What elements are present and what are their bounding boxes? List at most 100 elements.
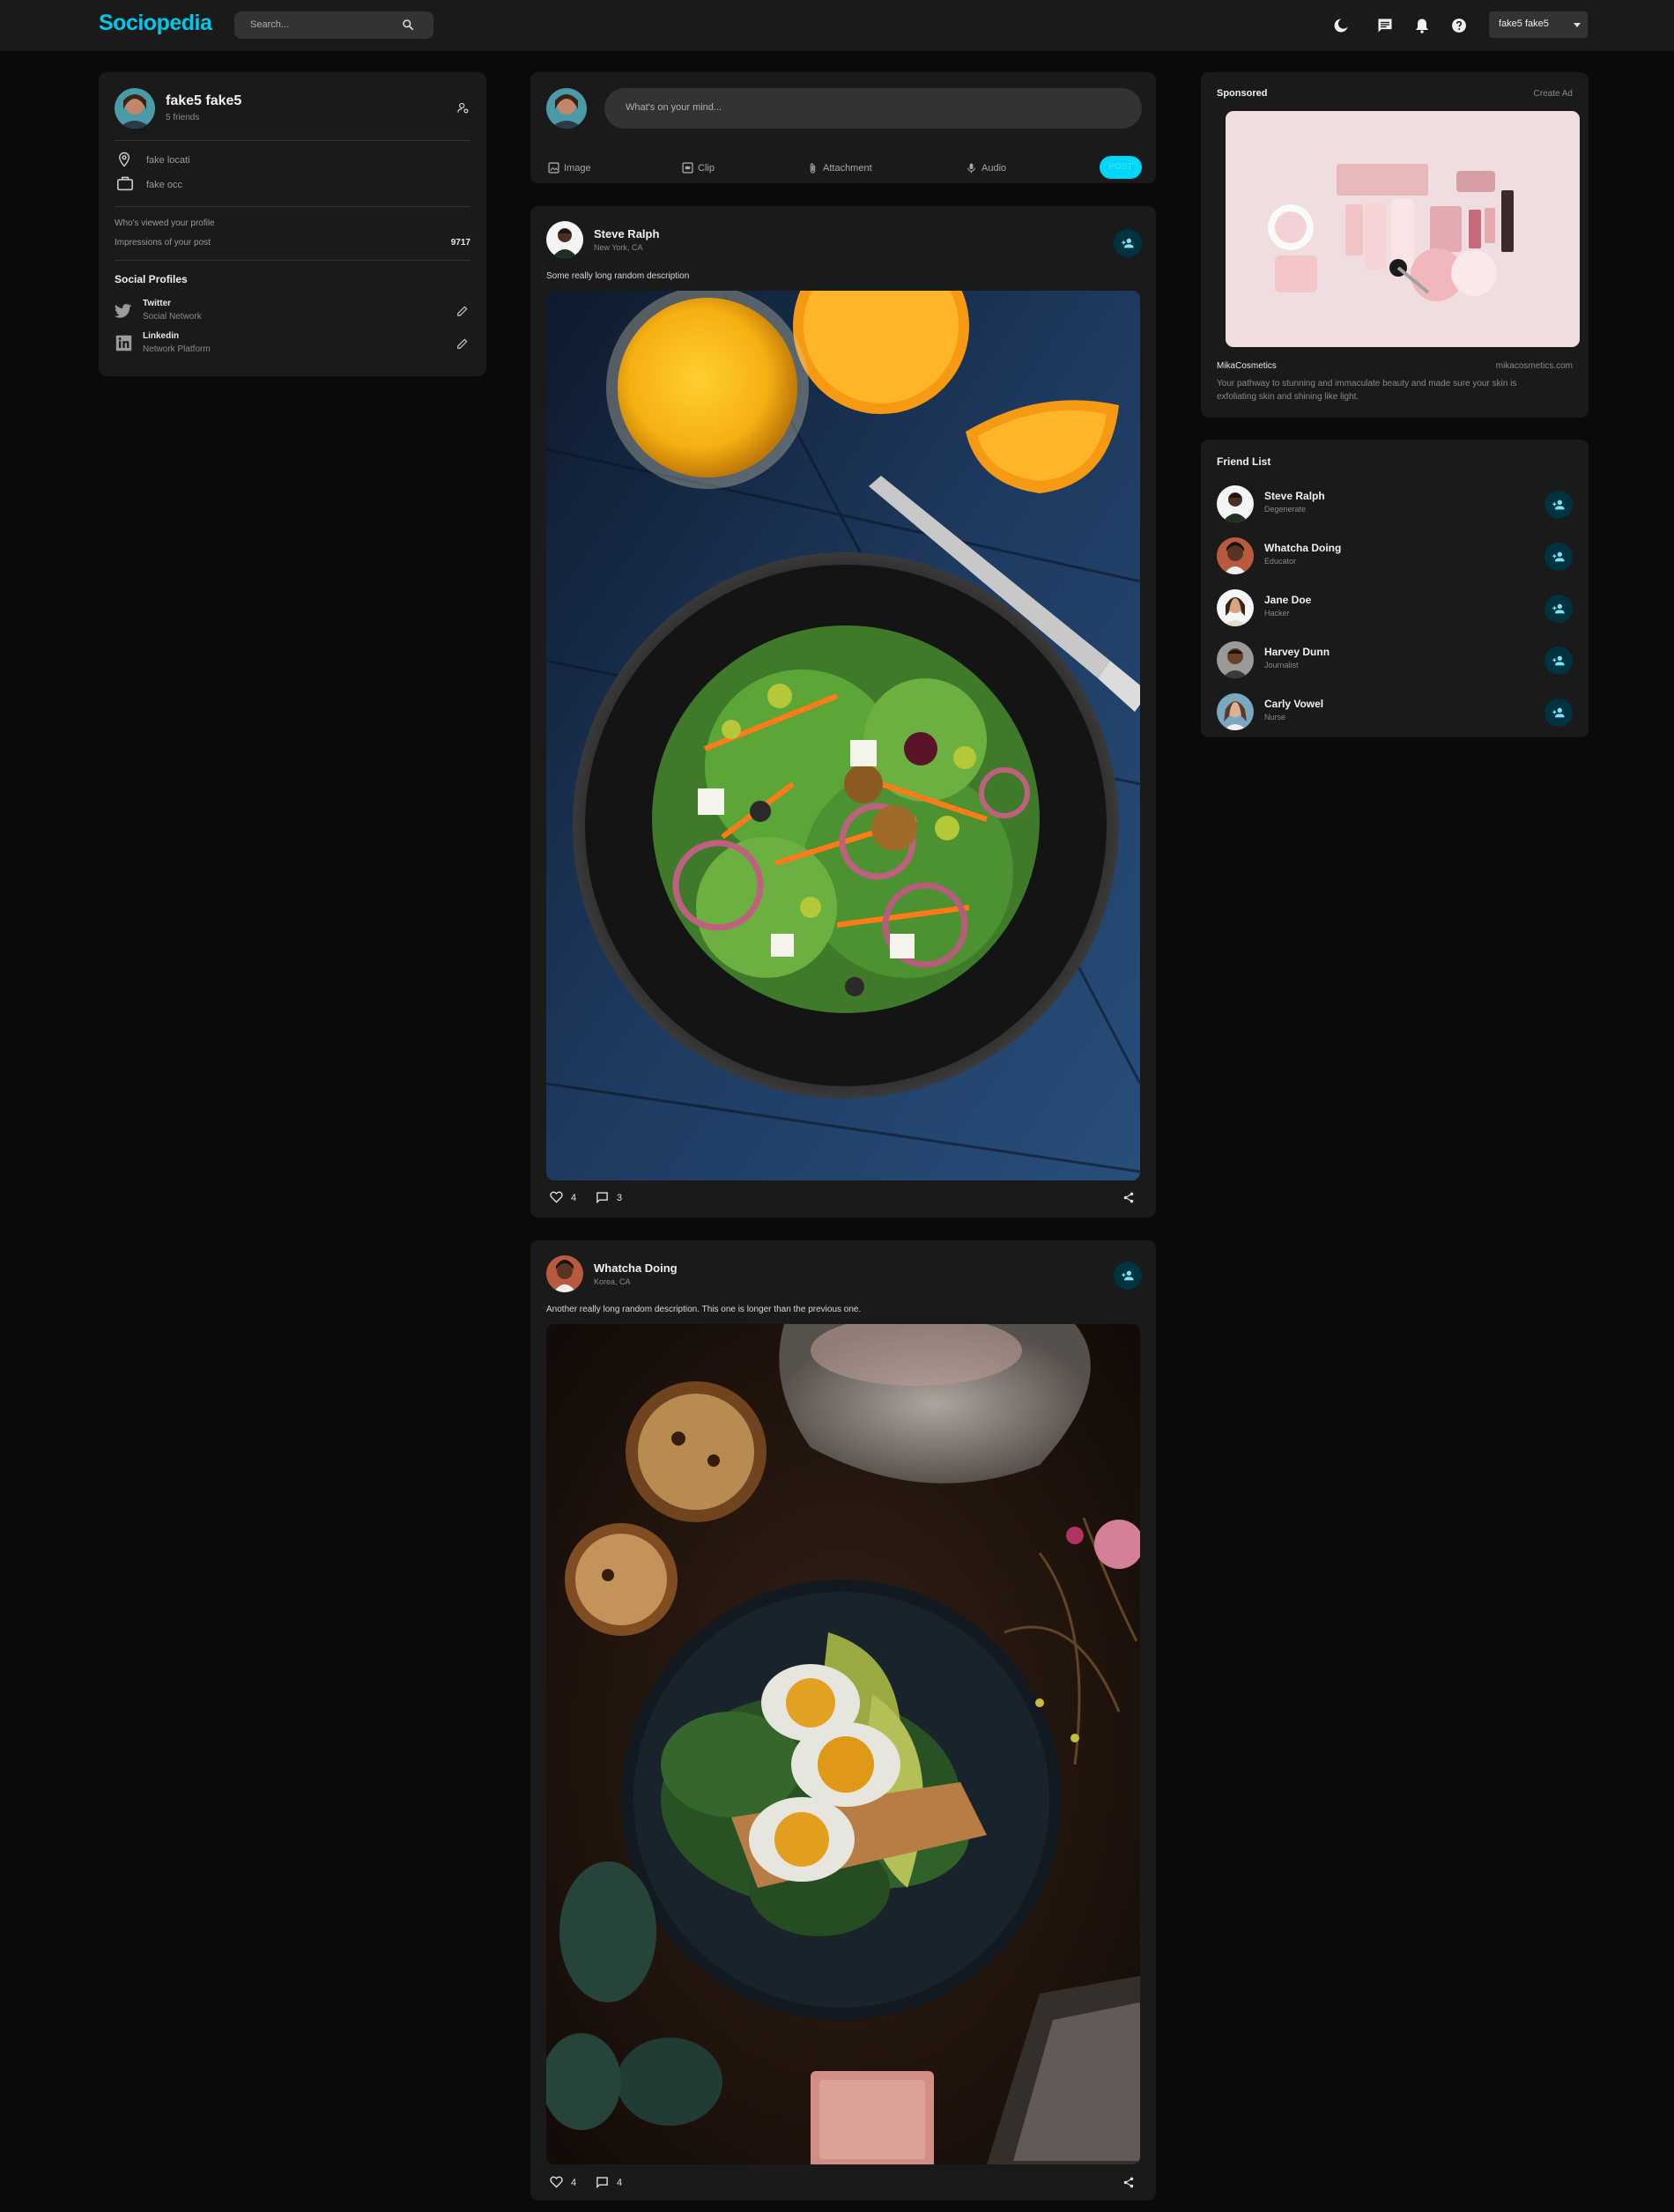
heart-icon [550,2176,563,2188]
profile-viewed-label: Who's viewed your profile [115,218,215,228]
search-bar[interactable]: Search... [234,11,433,39]
help-icon[interactable] [1450,17,1468,34]
profile-card: fake5 fake5 5 friends fake locati fake o… [99,72,486,376]
sponsored-image[interactable] [1226,111,1580,347]
post-author-name[interactable]: Steve Ralph [594,227,659,240]
twitter-icon [115,304,132,318]
friend-name[interactable]: Steve Ralph [1264,490,1325,502]
post-button-label: POST [1108,162,1133,172]
attachment-action-label: Attachment [823,163,872,174]
image-action-label: Image [564,163,591,174]
image-action[interactable]: Image [548,162,591,176]
divider [115,140,470,141]
social-linkedin-name: Linkedin [143,331,180,341]
like-count: 4 [571,1193,577,1203]
sponsored-text-line1: Your pathway to stunning and immaculate … [1217,379,1517,388]
add-person-icon [1552,707,1565,718]
edit-icon[interactable] [456,305,469,317]
user-select[interactable]: fake5 fake5 [1489,11,1588,38]
add-friend-button[interactable] [1544,647,1573,675]
add-person-icon [1122,238,1134,248]
friend-avatar[interactable] [1217,693,1254,730]
post-author-avatar[interactable] [546,1255,583,1292]
comment-count: 3 [617,1193,623,1203]
friend-avatar[interactable] [1217,641,1254,678]
post-image[interactable] [546,291,1140,1180]
post-image[interactable] [546,1324,1140,2164]
clip-action[interactable]: Clip [682,162,715,176]
comment-icon [596,1192,608,1204]
post-author-name[interactable]: Whatcha Doing [594,1261,678,1275]
app-logo[interactable]: Sociopedia [99,11,212,36]
like-button[interactable]: 4 [550,2176,576,2190]
comment-icon [596,2177,608,2189]
edit-icon[interactable] [456,337,469,350]
post-composer: What's on your mind... Image Clip Attach… [530,72,1156,183]
add-friend-button[interactable] [1114,1261,1142,1290]
search-input[interactable]: Search... [250,19,289,30]
friend-avatar[interactable] [1217,537,1254,574]
profile-name[interactable]: fake5 fake5 [166,93,241,109]
social-twitter-type: Social Network [143,312,202,322]
post-description: Some really long random description [546,271,690,281]
manage-account-icon[interactable] [456,101,470,115]
friend-occupation: Hacker [1264,609,1290,618]
friend-name[interactable]: Harvey Dunn [1264,646,1330,658]
friend-name[interactable]: Jane Doe [1264,594,1311,606]
navbar: Sociopedia Search... fake5 fake5 [0,0,1674,51]
friend-occupation: Journalist [1264,661,1299,670]
post-author-avatar[interactable] [546,221,583,258]
work-icon [117,176,133,191]
friend-occupation: Degenerate [1264,505,1307,514]
microphone-icon [967,163,975,174]
linkedin-icon [115,335,132,351]
audio-action[interactable]: Audio [966,162,1006,176]
sponsored-url[interactable]: mikacosmetics.com [1496,361,1573,371]
post-card: Whatcha Doing Korea, CA Another really l… [530,1240,1156,2201]
friend-list-card: Friend List Steve Ralph Degenerate Whatc… [1201,440,1589,737]
add-person-icon [1552,499,1565,510]
sponsored-text-line2: exfoliating skin and shining like light. [1217,392,1359,402]
notifications-icon[interactable] [1413,17,1431,34]
friend-occupation: Educator [1264,557,1297,566]
dark-mode-icon[interactable] [1332,17,1350,34]
divider [115,206,470,207]
add-person-icon [1552,655,1565,666]
like-button[interactable]: 4 [550,1191,576,1205]
gif-icon [682,162,693,174]
profile-impressions-value: 9717 [450,238,470,248]
add-friend-button[interactable] [1544,543,1573,571]
social-profiles-title: Social Profiles [115,273,188,285]
share-icon[interactable] [1122,2176,1135,2189]
search-icon[interactable] [402,18,414,31]
clip-action-label: Clip [698,163,715,174]
sponsored-title: Sponsored [1217,88,1268,99]
add-friend-button[interactable] [1114,229,1142,257]
post-button[interactable]: POST [1100,156,1142,179]
add-person-icon [1552,603,1565,614]
image-icon [548,162,559,174]
post-input[interactable]: What's on your mind... [604,88,1142,129]
comment-button[interactable]: 4 [596,2176,622,2190]
add-friend-button[interactable] [1544,491,1573,519]
friend-name[interactable]: Whatcha Doing [1264,542,1341,554]
post-author-location: Korea, CA [594,1277,631,1286]
add-friend-button[interactable] [1544,699,1573,727]
friend-avatar[interactable] [1217,485,1254,522]
profile-location: fake locati [146,155,190,166]
post-author-location: New York, CA [594,243,643,252]
add-person-icon [1552,551,1565,562]
sponsored-card: Sponsored Create Ad MikaCosmetics mikaco… [1201,72,1589,418]
profile-avatar[interactable] [115,88,155,129]
share-icon[interactable] [1122,1191,1135,1204]
add-friend-button[interactable] [1544,595,1573,623]
create-ad-link[interactable]: Create Ad [1534,89,1573,99]
message-icon[interactable] [1376,17,1394,34]
attachment-action[interactable]: Attachment [807,162,872,176]
composer-avatar[interactable] [546,88,587,129]
friend-avatar[interactable] [1217,589,1254,626]
friend-name[interactable]: Carly Vowel [1264,698,1323,710]
friend-occupation: Nurse [1264,713,1286,721]
comment-button[interactable]: 3 [596,1191,622,1205]
add-person-icon [1122,1270,1134,1281]
